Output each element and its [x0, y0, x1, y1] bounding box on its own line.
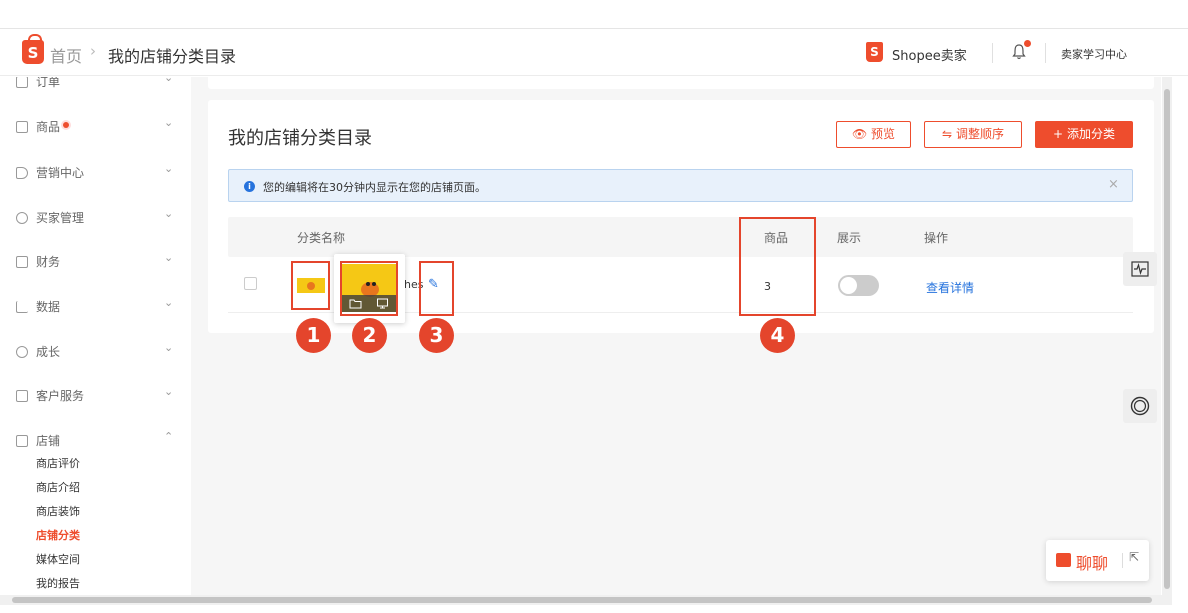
sidebar-item-label: 买家管理 [36, 211, 85, 225]
toggle-knob [840, 277, 857, 294]
sidebar-sub-shop-intro[interactable]: 商店介绍 [36, 479, 80, 495]
chevron-down-icon: ⌄ [164, 116, 174, 129]
sidebar-item-customer-service[interactable]: 客户服务 ⌄ [0, 383, 191, 413]
orders-icon [16, 77, 28, 88]
learning-center-link[interactable]: 卖家学习中心 [1061, 46, 1127, 62]
header-actions: 操作 [924, 231, 949, 245]
minimize-icon[interactable]: ⇱ [1129, 550, 1139, 564]
sidebar-item-label: 订单 [36, 77, 61, 89]
annotation-box-2 [340, 261, 398, 316]
sidebar-item-label: 财务 [36, 255, 61, 269]
add-category-label: 添加分类 [1066, 127, 1115, 141]
add-category-button[interactable]: + 添加分类 [1035, 121, 1133, 148]
new-dot [63, 122, 69, 128]
notice-text: 您的编辑将在30分钟内显示在您的店铺页面。 [263, 181, 486, 194]
vertical-scroll-thumb[interactable] [1164, 89, 1170, 589]
chat-divider [1122, 553, 1123, 568]
eye-icon: 👁 [851, 127, 868, 141]
sidebar-item-label: 数据 [36, 300, 61, 314]
chevron-down-icon: ⌄ [164, 296, 174, 309]
seller-label[interactable]: Shopee卖家 [892, 45, 967, 64]
sidebar-item-products[interactable]: 商品 ⌄ [0, 114, 191, 144]
chevron-down-icon: ⌄ [164, 341, 174, 354]
sidebar-sub-media-space[interactable]: 媒体空间 [36, 551, 80, 567]
sidebar-item-buyers[interactable]: 买家管理 ⌄ [0, 205, 191, 235]
preview-button-label: 预览 [871, 127, 896, 141]
sidebar-sub-my-reports[interactable]: 我的报告 [36, 575, 80, 591]
chart-icon [16, 301, 28, 313]
growth-icon [16, 346, 28, 358]
pulse-monitor-icon[interactable] [1123, 252, 1157, 286]
annotation-badge-1: 1 [296, 318, 331, 353]
sidebar-item-marketing[interactable]: 营销中心 ⌄ [0, 160, 191, 190]
sidebar-item-label: 客户服务 [36, 389, 85, 403]
sidebar-sub-shop-reviews[interactable]: 商店评价 [36, 455, 80, 471]
annotation-box-3 [419, 261, 454, 316]
chevron-down-icon: ⌄ [164, 385, 174, 398]
chat-widget[interactable]: 聊聊 ⇱ [1046, 540, 1149, 581]
chat-bubble-icon [16, 390, 28, 402]
previous-card [208, 77, 1154, 89]
user-icon [16, 212, 28, 224]
info-icon: i [244, 181, 255, 192]
annotation-box-4 [739, 217, 816, 316]
sidebar-item-data[interactable]: 数据 ⌄ [0, 294, 191, 324]
header-display: 展示 [837, 231, 862, 245]
vertical-scrollbar[interactable] [1162, 77, 1172, 595]
sidebar: 订单 ⌄ 商品 ⌄ 营销中心 ⌄ 买家管理 ⌄ 财务 ⌄ 数据 ⌄ 成长 ⌄ 客… [0, 77, 191, 595]
view-details-link[interactable]: 查看详情 [926, 279, 974, 296]
sidebar-item-shop[interactable]: 店铺 ⌃ [0, 428, 191, 458]
chat-label: 聊聊 [1076, 554, 1109, 573]
info-notice: i 您的编辑将在30分钟内显示在您的店铺页面。 × [228, 169, 1133, 202]
chevron-down-icon: ⌄ [164, 207, 174, 220]
chevron-down-icon: ⌄ [164, 77, 174, 84]
chevron-down-icon: ⌄ [164, 162, 174, 175]
annotation-badge-2: 2 [352, 318, 387, 353]
seller-logo-icon: S [866, 42, 883, 62]
chevron-down-icon: ⌄ [164, 251, 174, 264]
annotation-badge-4: 4 [760, 318, 795, 353]
horizontal-scroll-thumb[interactable] [12, 597, 1152, 603]
header-divider [1045, 43, 1046, 63]
bell-icon[interactable] [1012, 44, 1026, 60]
annotation-badge-3: 3 [419, 318, 454, 353]
sidebar-item-label: 商品 [36, 120, 61, 134]
tag-icon [16, 167, 28, 179]
table-header: 分类名称 商品 展示 操作 [228, 217, 1133, 257]
sidebar-item-label: 成长 [36, 345, 61, 359]
reorder-icon: ⇋ [942, 127, 953, 141]
breadcrumb-home[interactable]: 首页 [50, 43, 82, 67]
sidebar-item-label: 店铺 [36, 434, 61, 448]
preview-button[interactable]: 👁 预览 [836, 121, 911, 148]
top-header: S 首页 › 我的店铺分类目录 S Shopee卖家 卖家学习中心 [0, 28, 1188, 76]
sidebar-item-growth[interactable]: 成长 ⌄ [0, 339, 191, 369]
close-icon[interactable]: × [1108, 177, 1119, 192]
chat-icon [1056, 553, 1071, 567]
horizontal-scrollbar[interactable] [0, 595, 1172, 605]
reorder-button[interactable]: ⇋ 调整顺序 [924, 121, 1022, 148]
sidebar-item-label: 营销中心 [36, 166, 85, 180]
row-checkbox[interactable] [244, 277, 257, 290]
sidebar-item-finance[interactable]: 财务 ⌄ [0, 249, 191, 279]
shop-icon [16, 435, 28, 447]
breadcrumb-current: 我的店铺分类目录 [108, 47, 237, 66]
notification-dot [1024, 40, 1031, 47]
annotation-box-1 [291, 261, 330, 310]
plus-icon: + [1053, 127, 1064, 141]
sidebar-sub-shop-categories[interactable]: 店铺分类 [36, 527, 80, 543]
breadcrumb-separator: › [90, 42, 96, 60]
products-icon [16, 121, 28, 133]
chevron-up-icon: ⌃ [164, 430, 174, 443]
header-divider [992, 43, 993, 63]
page-title: 我的店铺分类目录 [228, 128, 372, 149]
shopee-logo-icon[interactable]: S [22, 34, 44, 64]
sidebar-sub-shop-decoration[interactable]: 商店装饰 [36, 503, 80, 519]
wallet-icon [16, 256, 28, 268]
support-headset-icon[interactable] [1123, 389, 1157, 423]
reorder-button-label: 调整顺序 [955, 127, 1004, 141]
display-toggle[interactable] [838, 275, 879, 296]
header-category-name: 分类名称 [297, 231, 346, 245]
sidebar-item-orders[interactable]: 订单 ⌄ [0, 77, 191, 99]
